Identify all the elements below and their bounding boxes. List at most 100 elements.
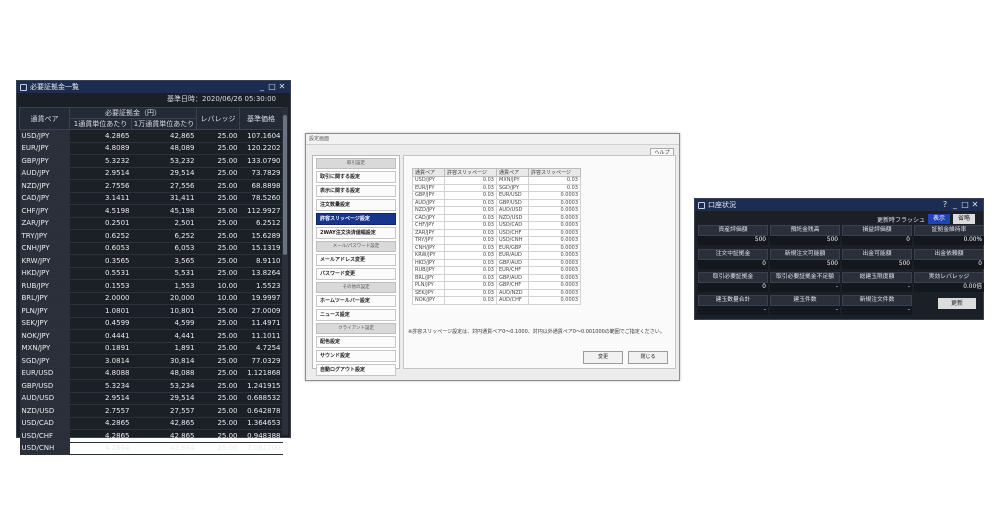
change-button[interactable]: 変更 — [583, 351, 623, 364]
maximize-icon[interactable]: □ — [960, 199, 970, 211]
slip-value-input[interactable]: 0.0003 — [528, 288, 581, 297]
slip-value-input[interactable]: 0.0003 — [528, 258, 581, 267]
row-pair: SGD/JPY — [19, 354, 70, 368]
slip-value-input[interactable]: 0.03 — [444, 243, 497, 252]
refresh-button[interactable]: 更新 — [938, 298, 976, 309]
table-row[interactable]: USD/CAD 4.2865 42,865 25.00 1.364653 — [19, 417, 283, 430]
scrollbar-thumb[interactable] — [283, 115, 287, 255]
table-row[interactable]: SEK/JPY 0.4599 4,599 25.00 11.4971 — [19, 317, 283, 330]
account-cell: 総建玉限度額 - — [842, 272, 912, 292]
slip-value-input[interactable]: 0.03 — [444, 296, 497, 305]
slip-value-input[interactable]: 0.0003 — [528, 266, 581, 275]
margin-scrollbar[interactable] — [282, 107, 288, 435]
slip-value-input[interactable]: 0.03 — [444, 228, 497, 237]
table-row[interactable]: AUD/USD 2.9514 29,514 25.00 0.688532 — [19, 392, 283, 405]
slip-value-input[interactable]: 0.03 — [444, 266, 497, 275]
table-row[interactable]: USD/CHF 4.2865 42,865 25.00 0.948388 — [19, 429, 283, 443]
slip-pair: USD/CNH — [496, 236, 529, 245]
slip-value-input[interactable]: 0.03 — [444, 176, 497, 185]
slip-value-input[interactable]: 0.0003 — [528, 206, 581, 215]
slip-value-input[interactable]: 0.0003 — [528, 221, 581, 230]
sidebar-item[interactable]: サウンド設定 — [316, 350, 396, 362]
header-base-price[interactable]: 基準価格 — [239, 107, 283, 130]
table-row[interactable]: EUR/JPY 4.8089 48,089 25.00 120.2202 — [19, 142, 283, 155]
slip-value-input[interactable]: 0.0003 — [528, 236, 581, 245]
slip-value-input[interactable]: 0.0003 — [528, 228, 581, 237]
header-per-10k-unit[interactable]: 1万通貨単位あたり — [131, 118, 197, 130]
flash-omit-toggle[interactable]: 省略 — [952, 214, 975, 224]
slip-value-input[interactable]: 0.03 — [444, 191, 497, 200]
slip-value-input[interactable]: 0.03 — [528, 183, 581, 192]
table-row[interactable]: RUB/JPY 0.1553 1,553 10.00 1.5523 — [19, 279, 283, 293]
margin-window-titlebar[interactable]: 必要証拠金一覧 _ □ ✕ — [17, 81, 290, 93]
header-per-1-unit[interactable]: 1通貨単位あたり — [69, 118, 132, 130]
slip-value-input[interactable]: 0.03 — [444, 198, 497, 207]
table-row[interactable]: USD/CNH 4.2864 42,864 25.00 7.081700 — [19, 442, 283, 455]
slip-value-input[interactable]: 0.03 — [444, 281, 497, 290]
sidebar-item[interactable]: 表示に関する設定 — [316, 185, 396, 197]
minimize-icon[interactable]: _ — [257, 81, 267, 93]
table-row[interactable]: HKD/JPY 0.5531 5,531 25.00 13.8264 — [19, 267, 283, 280]
slip-value-input[interactable]: 0.0003 — [528, 243, 581, 252]
slip-value-input[interactable]: 0.03 — [444, 258, 497, 267]
help-icon[interactable]: ? — [940, 199, 950, 211]
sidebar-item[interactable]: パスワード変更 — [316, 268, 396, 280]
slip-value-input[interactable]: 0.03 — [444, 251, 497, 260]
table-row[interactable]: BRL/JPY 2.0000 20,000 10.00 19.9997 — [19, 292, 283, 305]
sidebar-item[interactable]: 2WAY注文決済値幅設定 — [316, 227, 396, 239]
slip-value-input[interactable]: 0.0003 — [528, 296, 581, 305]
table-row[interactable]: SGD/JPY 3.0814 30,814 25.00 77.0329 — [19, 354, 283, 368]
flash-show-toggle[interactable]: 表示 — [927, 214, 950, 224]
table-row[interactable]: EUR/USD 4.8088 48,088 25.00 1.121868 — [19, 367, 283, 380]
table-row[interactable]: ZAR/JPY 0.2501 2,501 25.00 6.2512 — [19, 217, 283, 230]
table-row[interactable]: NZD/JPY 2.7556 27,556 25.00 68.8898 — [19, 179, 283, 193]
table-row[interactable]: TRY/JPY 0.6252 6,252 25.00 15.6289 — [19, 229, 283, 243]
table-row[interactable]: AUD/JPY 2.9514 29,514 25.00 73.7829 — [19, 167, 283, 180]
slip-value-input[interactable]: 0.0003 — [528, 198, 581, 207]
close-button[interactable]: 閉じる — [628, 351, 668, 364]
slip-value-input[interactable]: 0.0003 — [528, 251, 581, 260]
slip-value-input[interactable]: 0.0003 — [528, 281, 581, 290]
table-row[interactable]: GBP/USD 5.3234 53,234 25.00 1.241915 — [19, 379, 283, 393]
table-row[interactable]: CHF/JPY 4.5198 45,198 25.00 112.9927 — [19, 204, 283, 218]
table-row[interactable]: CNH/JPY 0.6053 6,053 25.00 15.1319 — [19, 242, 283, 255]
sidebar-item[interactable]: 配色設定 — [316, 336, 396, 348]
table-row[interactable]: MXN/JPY 0.1891 1,891 25.00 4.7254 — [19, 342, 283, 355]
minimize-icon[interactable]: _ — [950, 199, 960, 211]
header-leverage[interactable]: レバレッジ — [196, 107, 240, 130]
slip-value-input[interactable]: 0.03 — [444, 221, 497, 230]
slip-value-input[interactable]: 0.0003 — [528, 191, 581, 200]
sidebar-item[interactable]: ホームツールバー設定 — [316, 295, 396, 307]
slip-value-input[interactable]: 0.03 — [444, 288, 497, 297]
sidebar-item[interactable]: 取引に関する設定 — [316, 171, 396, 183]
table-row[interactable]: CAD/JPY 3.1411 31,411 25.00 78.5260 — [19, 192, 283, 205]
sidebar-item[interactable]: 自動ログアウト設定 — [316, 364, 396, 376]
slip-value-input[interactable]: 0.03 — [444, 273, 497, 282]
header-pair[interactable]: 通貨ペア — [19, 107, 70, 130]
close-icon[interactable]: ✕ — [277, 81, 287, 93]
table-row[interactable]: KRW/JPY 0.3565 3,565 25.00 8.9110 — [19, 254, 283, 268]
table-row[interactable]: NOK/JPY 0.4441 4,441 25.00 11.1011 — [19, 329, 283, 343]
slip-value-input[interactable]: 0.03 — [444, 213, 497, 222]
close-icon[interactable]: ✕ — [970, 199, 980, 211]
account-titlebar[interactable]: 口座状況 ? _ □ ✕ — [695, 199, 983, 211]
row-margin-per-1: 4.2865 — [69, 429, 132, 443]
row-margin-per-10k: 2,501 — [131, 217, 197, 230]
slip-value-input[interactable]: 0.03 — [444, 183, 497, 192]
settings-titlebar[interactable]: 設定画面 — [306, 134, 679, 145]
slip-value-input[interactable]: 0.03 — [528, 176, 581, 185]
table-row[interactable]: NZD/USD 2.7557 27,557 25.00 0.642878 — [19, 404, 283, 418]
slip-value-input[interactable]: 0.03 — [444, 236, 497, 245]
table-row[interactable]: PLN/JPY 1.0801 10,801 25.00 27.0009 — [19, 304, 283, 318]
slip-value-input[interactable]: 0.0003 — [528, 213, 581, 222]
maximize-icon[interactable]: □ — [267, 81, 277, 93]
sidebar-item[interactable]: ニュース設定 — [316, 309, 396, 321]
margin-list-window: 必要証拠金一覧 _ □ ✕ 基準日時：2020/06/26 05:30:00 通… — [16, 80, 291, 455]
table-row[interactable]: GBP/JPY 5.3232 53,232 25.00 133.0790 — [19, 154, 283, 168]
slip-value-input[interactable]: 0.03 — [444, 206, 497, 215]
slip-value-input[interactable]: 0.0003 — [528, 273, 581, 282]
table-row[interactable]: USD/JPY 4.2865 42,865 25.00 107.1604 — [19, 129, 283, 143]
sidebar-item[interactable]: 許容スリッページ設定 — [316, 213, 396, 225]
sidebar-item[interactable]: メールアドレス変更 — [316, 254, 396, 266]
sidebar-item[interactable]: 注文数量設定 — [316, 199, 396, 211]
